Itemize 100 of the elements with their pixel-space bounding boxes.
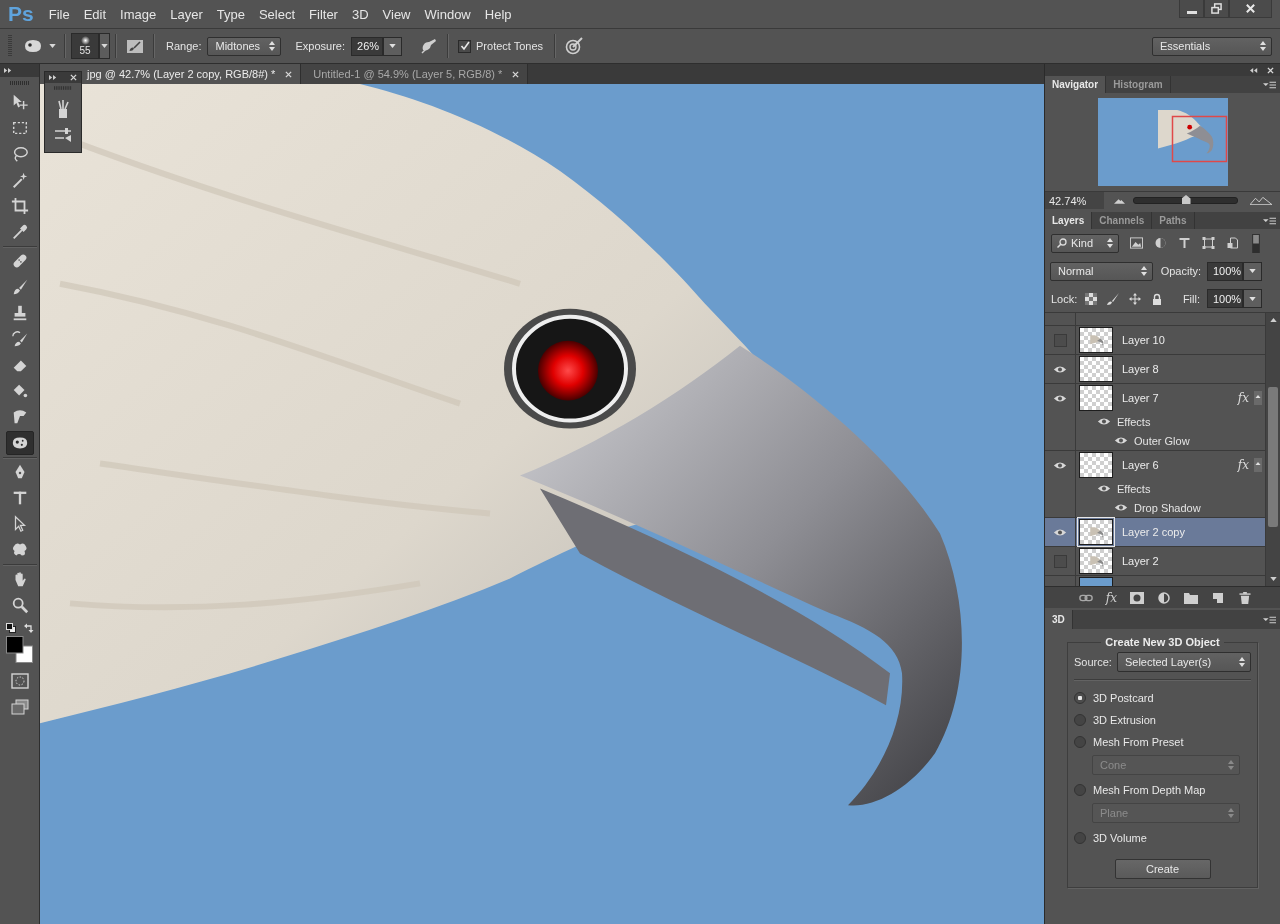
brush-sliders-icon[interactable] [53,125,73,145]
eye-icon[interactable] [1053,393,1067,403]
radio-button[interactable] [1074,784,1086,796]
navigator-thumbnail[interactable] [1097,98,1228,186]
range-dropdown[interactable]: Midtones [207,36,282,56]
zoom-slider-thumb[interactable] [1181,195,1191,204]
menu-item[interactable]: Type [216,6,245,22]
fill-menu-button[interactable] [1243,289,1262,308]
panel-tab[interactable]: Paths [1152,212,1195,229]
stacked-windows-icon[interactable] [10,699,29,715]
eye-icon[interactable] [1097,417,1111,426]
minimize-button[interactable] [1179,0,1204,18]
folded-page-icon[interactable] [1211,591,1225,604]
folder-icon[interactable] [1184,591,1198,604]
square-circle-icon[interactable] [1130,591,1144,604]
padlock-icon[interactable] [1151,292,1164,305]
checkerboard-icon[interactable] [1085,292,1098,305]
panel-tab[interactable]: Layers [1045,212,1093,229]
document-tab[interactable]: Untitled-1 @ 54.9% (Layer 5, RGB/8) * [301,64,529,84]
menu-item[interactable]: File [48,6,70,22]
eye-icon[interactable] [1097,484,1111,493]
scroll-down-icon[interactable] [1269,577,1277,581]
close-icon[interactable] [512,70,520,78]
small-mountain-icon[interactable] [1114,197,1125,204]
radio-button[interactable] [1074,714,1086,726]
scrollbar[interactable] [1265,313,1280,586]
menu-item[interactable]: 3D [351,6,369,22]
opacity-menu-button[interactable] [1243,261,1262,281]
double-arrow-icon[interactable] [4,68,12,73]
close-icon[interactable] [70,74,77,81]
trash-icon[interactable] [1238,591,1252,604]
panel-tab[interactable]: Channels [1092,212,1153,229]
half-circle-icon[interactable] [1154,237,1167,249]
source-dropdown[interactable]: Selected Layer(s) [1116,652,1251,672]
view-area-frame[interactable] [1171,115,1227,163]
menu-item[interactable]: Layer [170,6,203,22]
panel-menu-icon[interactable] [1263,615,1276,624]
panel-tab[interactable]: Histogram [1106,76,1171,93]
add-style-button[interactable]: fx [1105,590,1117,605]
tool-button[interactable] [5,431,34,455]
zoom-field[interactable]: 42.74% [1045,192,1104,209]
panel-menu-icon[interactable] [1263,216,1276,225]
scroll-up-icon[interactable] [1269,318,1277,322]
switch-icon[interactable] [1252,233,1260,253]
move-cross-icon[interactable] [1129,292,1142,305]
shape-frame-icon[interactable] [1202,237,1215,249]
opacity-field[interactable]: 100% [1207,261,1243,281]
exposure-field[interactable]: 26% [351,36,383,56]
layer-row[interactable]: Layer 2 copy [1045,518,1265,546]
layer-row[interactable]: Layer 2 [1045,547,1265,575]
close-icon[interactable] [285,70,293,78]
filter-kind-dropdown[interactable]: Kind [1051,233,1119,253]
brush-menu-button[interactable] [99,33,110,59]
menu-item[interactable]: Filter [309,6,338,22]
restore-button[interactable] [1204,0,1229,18]
close-button[interactable] [1229,0,1272,18]
radio-button[interactable] [1074,736,1086,748]
layer-row[interactable]: Layer 10 [1045,326,1265,354]
radio-button[interactable] [1074,692,1086,704]
fill-field[interactable]: 100% [1207,289,1243,308]
zoom-slider-track[interactable] [1133,197,1238,204]
panel-tab[interactable]: Navigator [1045,76,1107,93]
effect-name: Outer Glow [1134,434,1190,447]
menu-item[interactable]: Edit [83,6,107,22]
eye-icon[interactable] [1053,460,1067,470]
dotted-circle-frame-icon[interactable] [10,673,29,689]
panel-menu-icon[interactable] [1263,80,1276,89]
layer-row[interactable]: Layer 7 fx [1045,384,1265,412]
color-swatches-icon[interactable] [6,636,33,663]
large-mountains-icon[interactable] [1250,196,1272,205]
workspace-dropdown[interactable]: Essentials [1152,36,1272,56]
layer-row[interactable]: Layer 6 fx [1045,451,1265,479]
double-arrow-icon[interactable] [49,75,57,80]
eye-icon[interactable] [1053,364,1067,374]
scrollbar-thumb[interactable] [1268,387,1278,527]
collapse-icon[interactable] [1250,67,1258,73]
picture-icon[interactable] [1130,237,1143,249]
eye-icon[interactable] [1114,436,1128,445]
create-button[interactable]: Create [1114,859,1211,879]
radio-button[interactable] [1074,832,1086,844]
menu-item[interactable]: Window [424,6,471,22]
menu-item[interactable]: Image [120,6,157,22]
eye-icon[interactable] [1053,527,1067,537]
small-squares-icon[interactable] [5,623,16,633]
document-tab[interactable]: jpg @ 42.7% (Layer 2 copy, RGB/8#) * [40,64,302,84]
panel-tab[interactable]: 3D [1045,610,1073,629]
close-icon[interactable] [1267,66,1274,74]
menu-item[interactable]: View [382,6,411,22]
eye-icon[interactable] [1114,503,1128,512]
layer-row[interactable]: Layer 8 [1045,355,1265,383]
swap-arrows-icon[interactable] [23,623,34,633]
blend-mode-dropdown[interactable]: Normal [1050,261,1153,281]
half-circle-icon[interactable] [1157,591,1171,604]
brush-preset-picker[interactable]: 55 [71,33,99,59]
menu-item[interactable]: Select [258,6,296,22]
type-icon[interactable] [1178,237,1191,249]
page-square-icon[interactable] [1226,237,1239,249]
menu-item[interactable]: Help [484,6,512,22]
protect-tones-checkbox[interactable] [458,39,471,53]
exposure-menu-button[interactable] [383,36,402,56]
